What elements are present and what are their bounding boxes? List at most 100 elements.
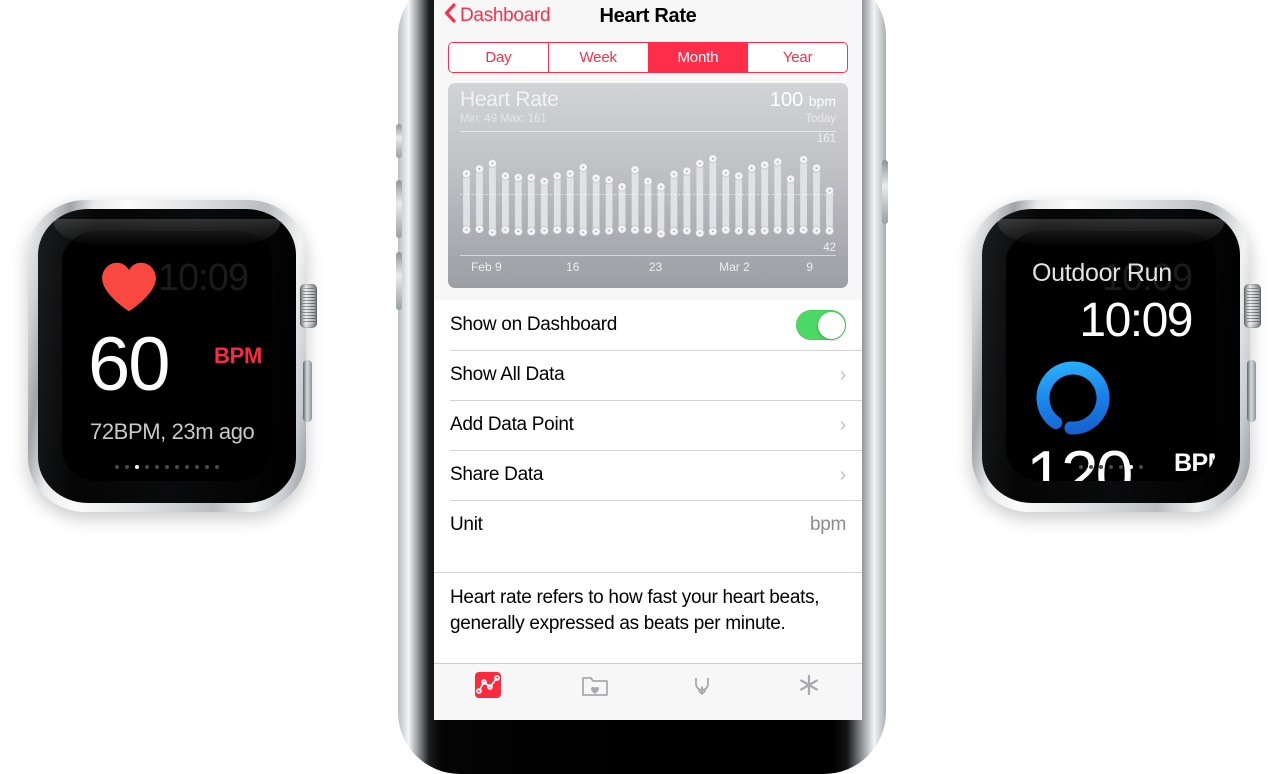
x-tick-label: 16 (566, 260, 580, 274)
page-dot (1089, 465, 1093, 469)
silent-switch[interactable] (396, 124, 402, 158)
chevron-right-icon: › (839, 414, 847, 436)
activity-ring-icon (1034, 359, 1112, 437)
settings-list: Show on Dashboard Show All Data › Add Data … (434, 300, 862, 550)
tab-health-data[interactable] (541, 670, 648, 700)
chevron-right-icon: › (839, 464, 847, 486)
time-range-segmented-control[interactable]: Day Week Month Year (448, 42, 848, 73)
workout-title: Outdoor Run (1032, 259, 1172, 287)
description-text: Heart rate refers to how fast your heart… (450, 587, 820, 634)
chart-header: Heart Rate Min: 49 Max: 161 100 bpm Toda… (448, 83, 848, 131)
volume-up-button[interactable] (396, 180, 402, 238)
chart-baseline (460, 255, 836, 256)
watch-side-button[interactable] (1247, 360, 1256, 422)
chart-plot-area (460, 147, 836, 240)
list-item-label: Show on Dashboard (450, 314, 618, 335)
segment-month[interactable]: Month (648, 43, 749, 72)
tab-medical-id[interactable] (755, 670, 862, 700)
power-button[interactable] (882, 160, 888, 224)
list-section-gap (434, 550, 862, 573)
page-dot (1129, 465, 1133, 469)
segment-year[interactable]: Year (748, 43, 847, 72)
tab-dashboard[interactable] (434, 670, 541, 700)
digital-crown[interactable] (1244, 284, 1261, 328)
watch-screen-right[interactable]: 10:09 Outdoor Run 10:09 120 BP (1006, 231, 1216, 481)
page-dot (165, 465, 169, 469)
ghost-clock: 10:09 (157, 257, 249, 299)
x-tick-label: 9 (806, 260, 814, 274)
list-item-label: Unit (450, 514, 483, 535)
page-dot (135, 465, 139, 469)
page-dot (1119, 465, 1123, 469)
page-dots-right (1006, 465, 1216, 469)
page-dot (175, 465, 179, 469)
page-dot (1139, 465, 1143, 469)
heart-rate-unit: BPM (1174, 449, 1216, 477)
list-item[interactable]: Share Data › (434, 450, 862, 500)
apple-watch-left: 10:09 60 BPM 72BPM, 23m ago (28, 200, 317, 512)
watch-glass: 10:09 Outdoor Run 10:09 120 BP (982, 209, 1240, 503)
watch-screen-left[interactable]: 10:09 60 BPM 72BPM, 23m ago (62, 231, 272, 481)
chart-minmax: Min: 49 Max: 161 (460, 113, 547, 125)
segment-day[interactable]: Day (449, 43, 549, 72)
health-data-folder-icon (580, 670, 610, 700)
list-item[interactable]: Show on Dashboard (434, 300, 862, 350)
chart-container: Heart Rate Min: 49 Max: 161 100 bpm Toda… (434, 83, 862, 300)
page-dots-left (62, 465, 272, 469)
chart-current-value: 100 bpm (770, 89, 836, 112)
watch-side-button[interactable] (303, 360, 312, 422)
page-dot (185, 465, 189, 469)
chart-top-rule (460, 131, 836, 132)
page-dot (115, 465, 119, 469)
page-dot (125, 465, 129, 469)
tab-bar (434, 663, 862, 720)
page-dot (155, 465, 159, 469)
heart-rate-unit: BPM (214, 343, 262, 368)
tab-sources[interactable] (648, 670, 755, 700)
segmented-control-container: Day Week Month Year (434, 38, 862, 83)
segment-week[interactable]: Week (548, 43, 649, 72)
heart-rate-value: 120 (1026, 437, 1133, 481)
list-item-value: bpm (809, 514, 846, 535)
medical-id-icon (794, 670, 824, 700)
page-dot (145, 465, 149, 469)
page-dot (1099, 465, 1103, 469)
iphone: 10:09 AM 100% (396, 0, 888, 774)
list-item[interactable]: Show All Data › (434, 350, 862, 400)
heart-icon (100, 261, 158, 313)
list-item[interactable]: Add Data Point › (434, 400, 862, 450)
page-dot (215, 465, 219, 469)
heart-rate-value: 60 (88, 322, 171, 407)
volume-down-button[interactable] (396, 252, 402, 310)
page-dot (205, 465, 209, 469)
sources-icon (687, 670, 717, 700)
chart-x-axis: Feb 9 16 23 Mar 2 9 (460, 260, 836, 282)
navigation-bar: Dashboard Heart Rate (434, 0, 862, 38)
x-tick-label: Mar 2 (719, 260, 750, 274)
toggle-knob (817, 311, 845, 339)
x-tick-label: 23 (648, 260, 663, 274)
page-dot (195, 465, 199, 469)
page-title: Heart Rate (599, 4, 697, 27)
chart-ymin-label: 42 (823, 242, 836, 254)
dashboard-icon (473, 670, 503, 700)
x-tick-label: Feb 9 (470, 260, 502, 274)
page-dot (1109, 465, 1113, 469)
list-item-label: Add Data Point (450, 414, 574, 435)
chart-ymax-label: 161 (816, 133, 836, 145)
chart-current-unit: bpm (808, 93, 836, 109)
scene: 10:09 60 BPM 72BPM, 23m ago 10:09 Outdoo… (0, 0, 1280, 774)
workout-elapsed-time: 10:09 (1079, 294, 1193, 347)
heart-rate-last-reading: 72BPM, 23m ago (90, 419, 255, 444)
list-item-label: Share Data (450, 464, 544, 485)
chart-current-number: 100 (769, 89, 804, 111)
heart-rate-chart[interactable]: Heart Rate Min: 49 Max: 161 100 bpm Toda… (448, 83, 848, 288)
watch-glass: 10:09 60 BPM 72BPM, 23m ago (38, 209, 296, 503)
digital-crown[interactable] (300, 284, 317, 328)
phone-screen: 10:09 AM 100% (434, 0, 862, 720)
chart-current-period: Today (805, 113, 836, 125)
chevron-right-icon: › (839, 364, 847, 386)
list-item[interactable]: Unit bpm (434, 500, 862, 550)
toggle-switch[interactable] (796, 310, 846, 340)
apple-watch-right: 10:09 Outdoor Run 10:09 120 BP (972, 200, 1261, 512)
